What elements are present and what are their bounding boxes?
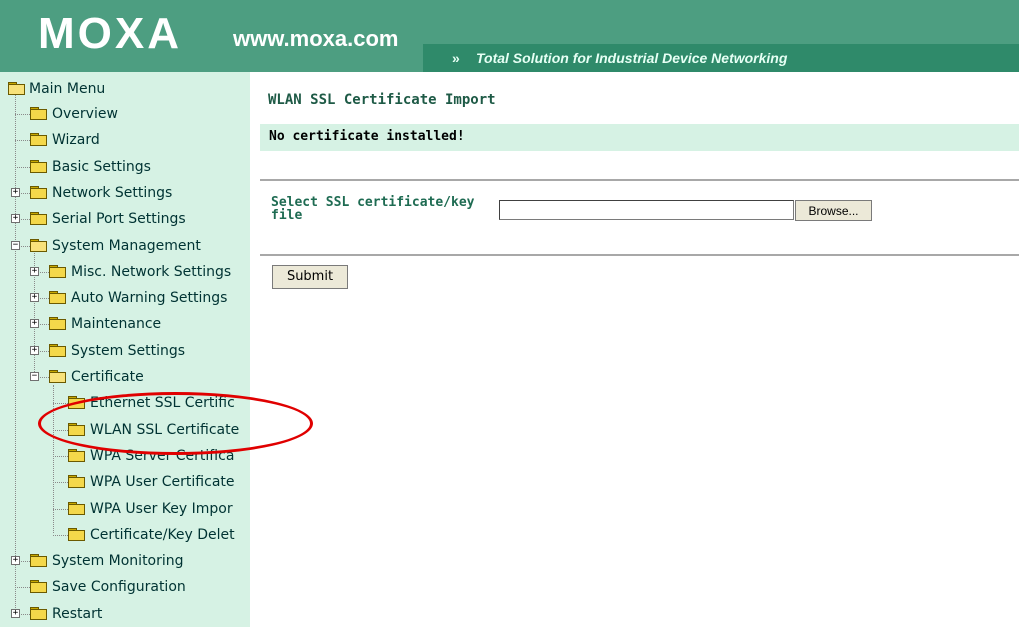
tree-line [53,385,54,533]
main-content: WLAN SSL Certificate Import No certifica… [250,72,1019,627]
folder-icon [30,160,47,173]
tree-connector [15,167,30,168]
tree-connector [53,509,68,510]
tree-connector [15,587,30,588]
sidebar-item-label: System Management [52,238,201,254]
expand-icon[interactable]: + [11,214,20,223]
folder-icon [68,449,85,462]
folder-icon [30,554,47,567]
folder-icon [30,186,47,199]
expand-icon[interactable]: + [11,556,20,565]
status-notice: No certificate installed! [260,124,1019,151]
expand-icon[interactable]: + [30,346,39,355]
ssl-file-label: Select SSL certificate/key file [271,195,475,223]
sidebar-item-label: Overview [52,106,118,122]
expand-icon[interactable]: + [30,293,39,302]
tree-connector [53,535,68,536]
sidebar-menu: Main Menu Overview Wizard Basic Settings + N… [0,72,250,627]
folder-icon [49,344,66,357]
double-chevron-icon: » [452,50,460,66]
highlight-ellipse [38,392,313,455]
ssl-file-input[interactable] [499,200,794,220]
sidebar-item-label: Misc. Network Settings [71,264,232,280]
folder-icon [30,133,47,146]
folder-icon [49,291,66,304]
sidebar-item-label: Serial Port Settings [52,211,186,227]
sidebar-item-label: WPA User Certificate [90,474,235,490]
folder-icon [49,317,66,330]
folder-icon [68,502,85,515]
tree-connector [15,114,30,115]
folder-icon [49,265,66,278]
open-folder-icon [30,239,47,252]
sidebar-item-label: Maintenance [71,316,162,332]
header-tagline: Total Solution for Industrial Device Net… [476,50,788,66]
sidebar-item-label: System Settings [71,343,186,359]
tree-connector [15,140,30,141]
folder-icon [68,475,85,488]
expand-icon[interactable]: + [11,188,20,197]
notice-text: No certificate installed! [269,129,465,144]
sidebar-item-label: Save Configuration [52,579,186,595]
divider [260,179,1019,181]
moxa-logo: MOXA [38,9,182,58]
expand-icon[interactable]: + [11,609,20,618]
header: MOXA www.moxa.com » Total Solution for I… [0,0,1019,72]
sidebar-item-label: Restart [52,606,103,622]
sidebar-item-label: Certificate/Key Delet [90,527,235,543]
submit-button[interactable]: Submit [272,265,348,289]
expand-icon[interactable]: + [30,267,39,276]
folder-icon [68,528,85,541]
open-folder-icon [49,370,66,383]
sidebar-item-label: Certificate [71,369,144,385]
header-url[interactable]: www.moxa.com [233,27,398,51]
sidebar-item-label: Wizard [52,132,100,148]
tree-line [15,94,16,612]
folder-icon [30,107,47,120]
sidebar-item-label: WPA User Key Impor [90,501,233,517]
folder-icon [30,580,47,593]
expand-icon[interactable]: + [30,319,39,328]
sidebar-item-label: Basic Settings [52,159,151,175]
tree-connector [53,456,68,457]
sidebar-item-label: System Monitoring [52,553,184,569]
collapse-icon[interactable]: − [11,241,20,250]
sidebar-item-label: Auto Warning Settings [71,290,228,306]
folder-icon [30,607,47,620]
open-folder-icon [8,82,25,95]
sidebar-item-label: Network Settings [52,185,173,201]
folder-icon [30,212,47,225]
collapse-icon[interactable]: − [30,372,39,381]
tree-connector [53,482,68,483]
divider [260,254,1019,256]
browse-button[interactable]: Browse... [795,200,872,221]
page-title: WLAN SSL Certificate Import [268,92,496,108]
